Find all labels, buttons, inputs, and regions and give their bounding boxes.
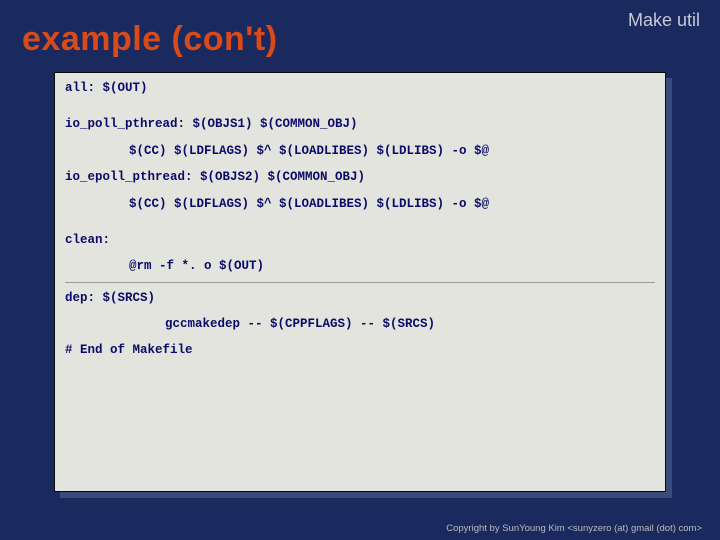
code-line-poll-target: io_poll_pthread: $(OBJS1) $(COMMON_OBJ) (65, 117, 655, 131)
code-line-epoll-target: io_epoll_pthread: $(OBJS2) $(COMMON_OBJ) (65, 170, 655, 184)
code-line-clean: clean: (65, 233, 655, 247)
code-separator (65, 282, 655, 283)
code-line-epoll-recipe: $(CC) $(LDFLAGS) $^ $(LOADLIBES) $(LDLIB… (65, 197, 655, 211)
header-label: Make util (628, 10, 700, 31)
code-line-poll-recipe: $(CC) $(LDFLAGS) $^ $(LOADLIBES) $(LDLIB… (65, 144, 655, 158)
code-line-clean-recipe: @rm -f *. o $(OUT) (65, 259, 655, 273)
copyright-footer: Copyright by SunYoung Kim <sunyzero (at)… (446, 523, 702, 534)
code-line-dep-recipe: gccmakedep -- $(CPPFLAGS) -- $(SRCS) (65, 317, 655, 331)
slide-title: example (con't) (22, 20, 278, 59)
code-line-end: # End of Makefile (65, 343, 655, 357)
code-line-dep: dep: $(SRCS) (65, 291, 655, 305)
code-line-all: all: $(OUT) (65, 81, 655, 95)
code-block: all: $(OUT) io_poll_pthread: $(OBJS1) $(… (54, 72, 666, 492)
code-block-container: all: $(OUT) io_poll_pthread: $(OBJS1) $(… (54, 72, 666, 492)
